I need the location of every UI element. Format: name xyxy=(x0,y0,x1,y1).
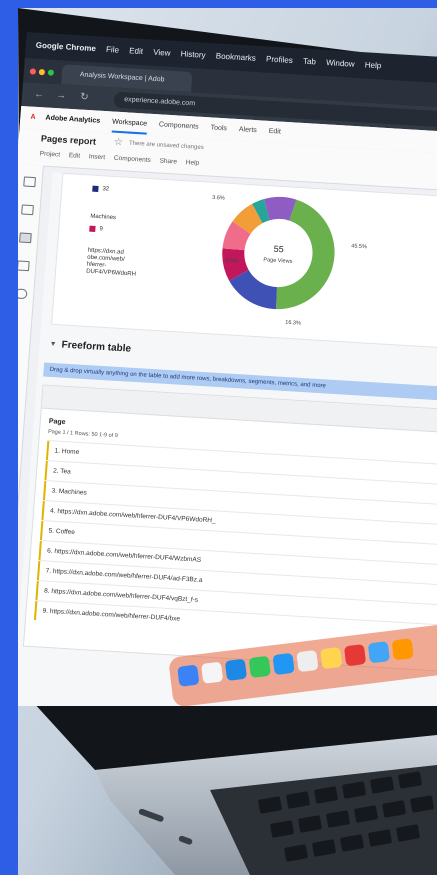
components-icon[interactable] xyxy=(19,232,32,244)
donut-percent-label: 3.6% xyxy=(212,195,225,202)
menu-tab[interactable]: Tab xyxy=(303,57,317,67)
reload-icon[interactable]: ↻ xyxy=(80,90,89,105)
menu-window[interactable]: Window xyxy=(326,58,355,69)
brand-name: Adobe Analytics xyxy=(45,114,101,125)
unsaved-status: There are unsaved changes xyxy=(128,140,204,152)
freeform-title: Freeform table xyxy=(61,339,132,355)
legend-swatch-1 xyxy=(92,185,99,192)
messages-icon[interactable] xyxy=(248,655,271,679)
donut-percent-label: 9.6% xyxy=(225,258,238,265)
menu-insert[interactable]: Insert xyxy=(89,153,106,161)
row-label: 9. https://dxn.adobe.com/web/hferrer-DUF… xyxy=(42,607,181,623)
workspace-canvas: 32 Machines 9 https://dxn.ad obe.com/web… xyxy=(18,172,437,706)
donut-center-label: Page Views xyxy=(263,257,293,265)
photos-icon[interactable] xyxy=(296,649,319,673)
nav-workspace[interactable]: Workspace xyxy=(111,118,148,135)
menu-help[interactable]: Help xyxy=(364,60,381,70)
legend-label-url: https://dxn.ad obe.com/web/ hferrer-DUF4… xyxy=(85,247,137,278)
row-label: 2. Tea xyxy=(52,467,71,476)
menu-help-report[interactable]: Help xyxy=(185,159,199,167)
row-label: 1. Home xyxy=(54,447,80,457)
legend-swatch-2 xyxy=(89,225,96,232)
menu-components[interactable]: Components xyxy=(114,155,151,164)
nav-alerts[interactable]: Alerts xyxy=(239,126,257,134)
minimize-window-icon[interactable] xyxy=(38,68,46,76)
nav-components[interactable]: Components xyxy=(159,121,199,130)
menu-project[interactable]: Project xyxy=(40,150,61,158)
screen: Google Chrome File Edit View History Boo… xyxy=(18,16,437,706)
menu-app-name[interactable]: Google Chrome xyxy=(36,41,97,54)
appstore-icon[interactable] xyxy=(367,641,391,664)
nav-edit[interactable]: Edit xyxy=(268,128,281,136)
frame-top-border xyxy=(0,0,437,8)
menu-view[interactable]: View xyxy=(153,48,171,58)
pagination-info: Page 1 / 1 Rows: 50 1-9 of 9 xyxy=(47,429,118,440)
analytics-page: A Adobe Analytics Workspace Components To… xyxy=(18,106,437,706)
legend-value-2: 9 xyxy=(99,226,103,233)
report-title[interactable]: Pages report xyxy=(41,133,97,146)
mail-icon[interactable] xyxy=(272,652,295,676)
launchpad-icon[interactable] xyxy=(200,661,224,684)
donut-panel: 32 Machines 9 https://dxn.ad obe.com/web… xyxy=(51,172,437,356)
donut-center-value: 55 xyxy=(273,244,284,255)
close-window-icon[interactable] xyxy=(29,68,37,75)
settings-icon[interactable] xyxy=(18,288,28,300)
visualizations-icon[interactable] xyxy=(21,204,34,216)
list-icon[interactable] xyxy=(18,260,30,272)
menu-bookmarks[interactable]: Bookmarks xyxy=(215,51,256,62)
row-label: 5. Coffee xyxy=(48,527,76,537)
forward-arrow-icon[interactable]: → xyxy=(56,89,67,104)
frame-left-border xyxy=(0,0,18,875)
notes-icon[interactable] xyxy=(320,646,343,670)
adobe-logo-icon: A xyxy=(30,113,36,121)
nav-tools[interactable]: Tools xyxy=(210,124,227,132)
donut-percent-label: 16.3% xyxy=(285,320,301,327)
menu-profiles[interactable]: Profiles xyxy=(266,54,293,65)
menu-edit-report[interactable]: Edit xyxy=(69,152,81,160)
finder-icon[interactable] xyxy=(177,664,200,687)
panels-icon[interactable] xyxy=(23,176,36,188)
screen-content: Google Chrome File Edit View History Boo… xyxy=(18,16,437,706)
donut-percent-label: 45.5% xyxy=(351,243,367,250)
back-arrow-icon[interactable]: ← xyxy=(34,88,45,103)
column-header-page[interactable]: Page xyxy=(49,418,66,426)
legend-label-machines: Machines xyxy=(90,213,117,222)
legend-value-1: 32 xyxy=(102,186,110,193)
star-icon[interactable]: ☆ xyxy=(114,137,124,149)
menu-history[interactable]: History xyxy=(180,49,206,59)
safari-icon[interactable] xyxy=(224,658,248,681)
row-label: 3. Machines xyxy=(51,487,87,497)
menu-share[interactable]: Share xyxy=(159,158,177,166)
collapse-caret-icon[interactable]: ▼ xyxy=(49,341,56,348)
report-menu: Project Edit Insert Components Share Hel… xyxy=(40,150,207,167)
donut-chart[interactable]: 55 Page Views 3.6% 45.5% 9.6% 16.3% xyxy=(173,185,384,337)
calendar-icon[interactable] xyxy=(343,644,367,667)
maximize-window-icon[interactable] xyxy=(47,69,55,76)
menu-edit[interactable]: Edit xyxy=(129,46,143,56)
chrome-icon[interactable] xyxy=(391,638,414,661)
menu-file[interactable]: File xyxy=(106,45,120,55)
